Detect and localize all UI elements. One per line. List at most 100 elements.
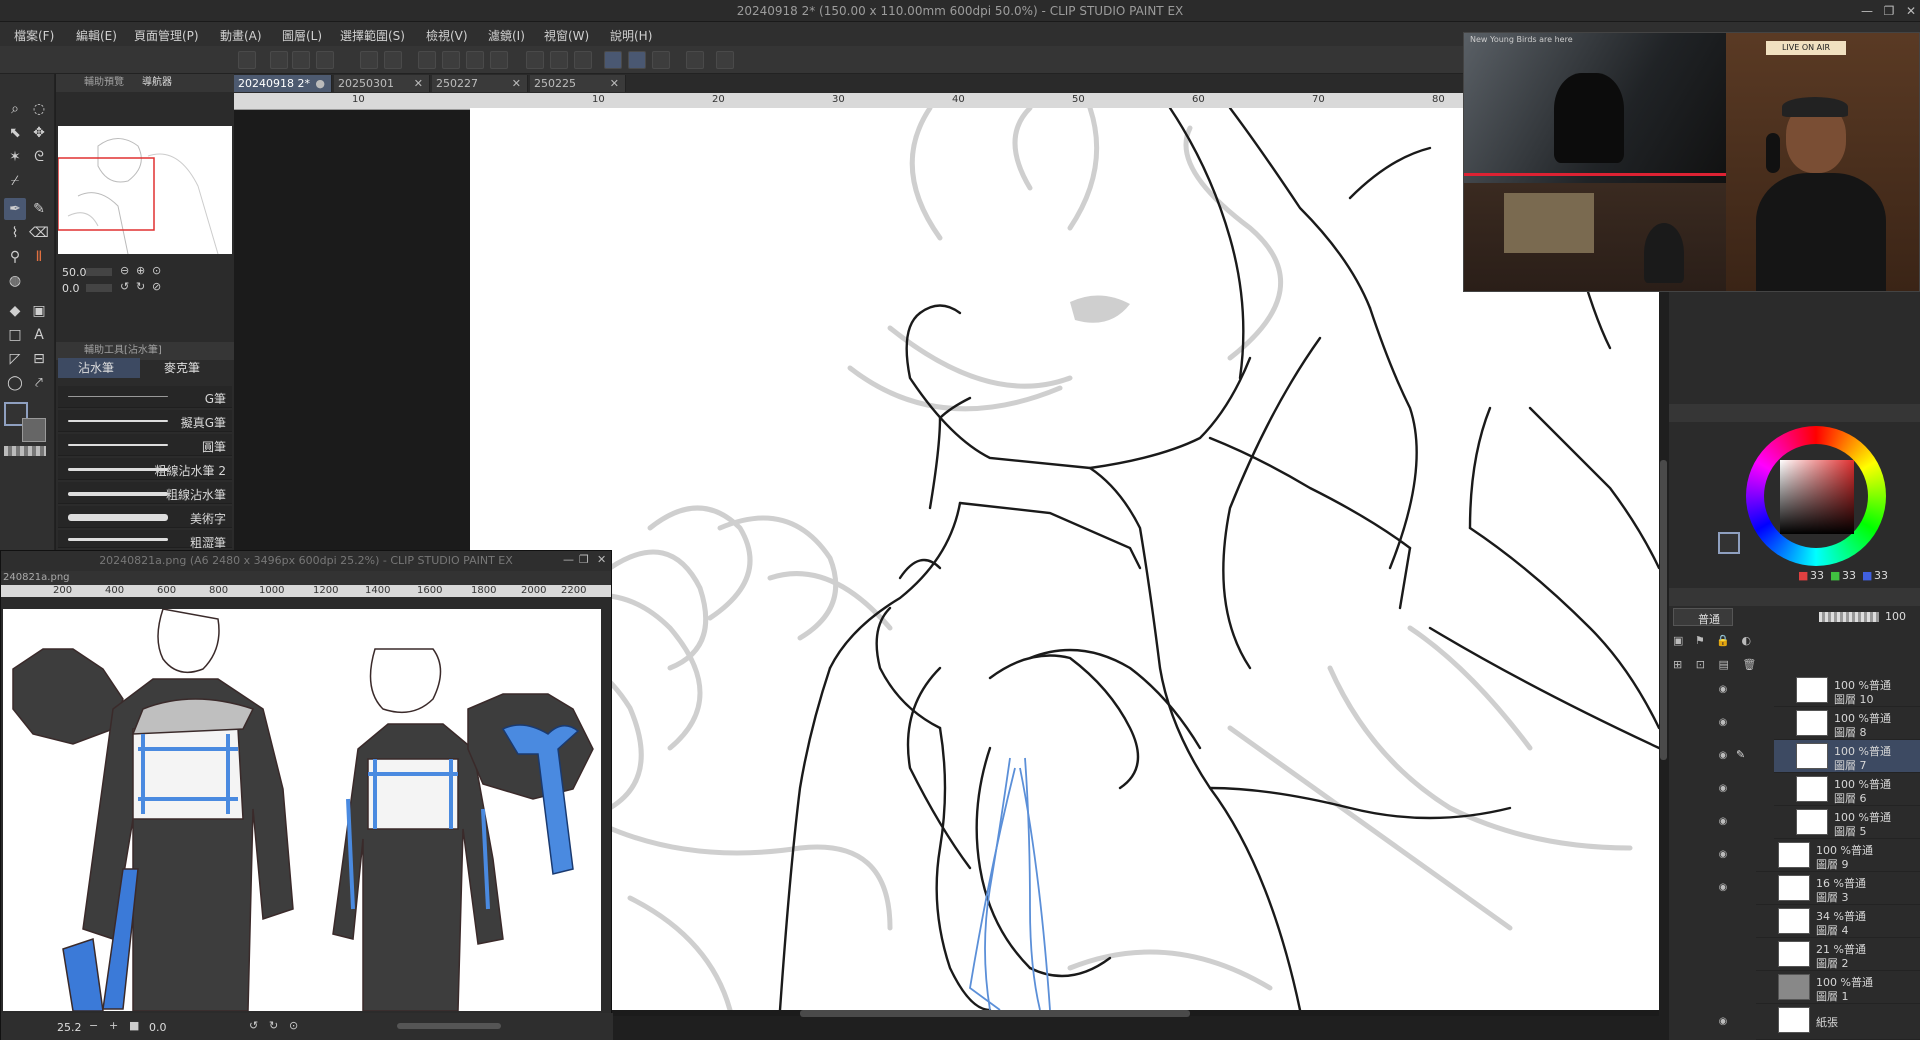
brush-item[interactable]: 粗線沾水筆: [58, 482, 232, 504]
navigator-preview[interactable]: [57, 126, 232, 255]
reference-maximize-button[interactable]: ❐: [579, 553, 589, 566]
figure-icon[interactable]: □: [4, 324, 26, 346]
open-file-icon[interactable]: [292, 51, 310, 69]
menu-window[interactable]: 視窗(W): [544, 27, 589, 44]
lasso-select-icon[interactable]: ◌: [28, 98, 50, 120]
fill-icon[interactable]: [466, 51, 484, 69]
snap-special-ruler-icon[interactable]: [628, 51, 646, 69]
reference-tab[interactable]: 240821a.png: [1, 571, 611, 585]
invert-selection-icon[interactable]: [550, 51, 568, 69]
eye-icon[interactable]: ◉: [1715, 1016, 1731, 1028]
navigator-zoom-value[interactable]: 50.0: [62, 266, 87, 279]
eye-icon[interactable]: ◉: [1715, 816, 1731, 828]
lasso-icon[interactable]: ᘓ: [28, 146, 50, 168]
auto-select-icon[interactable]: ✶: [4, 146, 26, 168]
close-button[interactable]: ✕: [1900, 2, 1920, 20]
correct-line-icon[interactable]: ⤤: [28, 372, 50, 394]
layer-row[interactable]: 16 %普通 圖層 3: [1756, 872, 1920, 905]
maximize-button[interactable]: ❐: [1878, 2, 1900, 20]
eyedropper-icon[interactable]: ⌿: [4, 170, 26, 192]
reference-reset-icon[interactable]: ⊙: [289, 1019, 298, 1032]
reference-hscroll[interactable]: [397, 1023, 501, 1029]
layer-row[interactable]: 100 %普通 圖層 8: [1774, 707, 1920, 740]
reference-angle-value[interactable]: 0.0: [149, 1021, 167, 1034]
snap-grid-icon[interactable]: [652, 51, 670, 69]
tab-document-active[interactable]: 20240918 2* ●: [234, 75, 332, 92]
tab-close-icon[interactable]: ✕: [414, 75, 423, 92]
layer-row[interactable]: 100 %普通 圖層 1: [1756, 971, 1920, 1004]
reference-zoom-out-icon[interactable]: −: [89, 1019, 98, 1032]
new-raster-layer-icon[interactable]: ⊞: [1673, 658, 1682, 671]
blue-value[interactable]: 33: [1874, 569, 1888, 582]
menu-selection[interactable]: 選擇範圍(S): [340, 27, 405, 44]
menu-edit[interactable]: 編輯(E): [76, 27, 117, 44]
new-file-icon[interactable]: [270, 51, 288, 69]
tab-document[interactable]: 250225 ✕: [530, 75, 626, 92]
companion-icon[interactable]: [686, 51, 704, 69]
reference-layer-icon[interactable]: ⚑: [1695, 634, 1705, 647]
reference-zoom-value[interactable]: 25.2: [57, 1021, 82, 1034]
pen-icon[interactable]: ✒: [4, 198, 26, 220]
redo-icon[interactable]: [384, 51, 402, 69]
horizontal-scrollbar[interactable]: [800, 1010, 1190, 1017]
tab-pen[interactable]: 沾水筆: [58, 358, 140, 378]
brush-item[interactable]: 粗線沾水筆 2: [58, 458, 232, 480]
clip-layer-icon[interactable]: ▣: [1673, 634, 1683, 647]
blend-icon[interactable]: ◍: [4, 270, 26, 292]
zoom-out-icon[interactable]: ⊖: [120, 264, 129, 277]
layer-row[interactable]: 21 %普通 圖層 2: [1756, 938, 1920, 971]
decoration-icon[interactable]: Ⅱ: [28, 246, 50, 268]
layer-row-paper[interactable]: 紙張: [1756, 1004, 1920, 1040]
menu-filter[interactable]: 濾鏡(I): [488, 27, 525, 44]
brush-item[interactable]: G筆: [58, 386, 232, 408]
transform-icon[interactable]: [490, 51, 508, 69]
reference-zoom-in-icon[interactable]: +: [109, 1019, 118, 1032]
tab-document[interactable]: 250227 ✕: [432, 75, 528, 92]
navigator-angle-value[interactable]: 0.0: [62, 282, 80, 295]
help-icon[interactable]: [716, 51, 734, 69]
transparent-color-swatch[interactable]: [4, 446, 46, 456]
frame-border-icon[interactable]: ◸: [4, 348, 26, 370]
eye-icon[interactable]: ◉: [1715, 849, 1731, 861]
minimize-button[interactable]: —: [1856, 2, 1878, 20]
clip-studio-icon[interactable]: [238, 51, 256, 69]
clear-icon[interactable]: [418, 51, 436, 69]
gradient-icon[interactable]: ▣: [28, 300, 50, 322]
layer-row[interactable]: 100 %普通 圖層 6: [1774, 773, 1920, 806]
eye-icon[interactable]: ◉: [1715, 783, 1731, 795]
move-icon[interactable]: ✥: [28, 122, 50, 144]
text-icon[interactable]: A: [28, 324, 50, 346]
layer-row[interactable]: 34 %普通 圖層 4: [1756, 905, 1920, 938]
saturation-value-square[interactable]: [1780, 460, 1854, 534]
brush-icon[interactable]: ⌇: [4, 222, 26, 244]
lock-icon[interactable]: 🔒: [1716, 634, 1730, 647]
menu-help[interactable]: 說明(H): [610, 27, 652, 44]
opacity-slider[interactable]: [1819, 612, 1879, 622]
deselect-icon[interactable]: [526, 51, 544, 69]
green-value[interactable]: 33: [1842, 569, 1856, 582]
layer-row[interactable]: 100 %普通 圖層 10: [1774, 674, 1920, 707]
clear-outside-icon[interactable]: [442, 51, 460, 69]
menu-animation[interactable]: 動畫(A): [220, 27, 262, 44]
balloon-icon[interactable]: ◯: [4, 372, 26, 394]
tab-navigator[interactable]: 導航器: [142, 74, 172, 92]
pencil-icon[interactable]: ✎: [28, 198, 50, 220]
ruler-icon[interactable]: ⊟: [28, 348, 50, 370]
eye-icon[interactable]: ◉: [1715, 717, 1731, 729]
tab-marker[interactable]: 麥克筆: [144, 358, 232, 378]
reference-minimize-button[interactable]: —: [563, 553, 574, 566]
menu-layer[interactable]: 圖層(L): [282, 27, 322, 44]
reference-image[interactable]: [3, 609, 601, 1011]
zoom-slider[interactable]: [86, 268, 112, 276]
eraser-icon[interactable]: ⌫: [28, 222, 50, 244]
new-folder-icon[interactable]: ▤: [1718, 658, 1728, 671]
snap-ruler-icon[interactable]: [604, 51, 622, 69]
reference-fit-icon[interactable]: ■: [129, 1019, 139, 1032]
opacity-value[interactable]: 100: [1885, 610, 1906, 623]
reference-rotate-left-icon[interactable]: ↺: [249, 1019, 258, 1032]
tab-close-icon[interactable]: ✕: [512, 75, 521, 92]
show-selection-icon[interactable]: [574, 51, 592, 69]
wheel-main-color[interactable]: [1718, 532, 1740, 554]
delete-layer-icon[interactable]: 🗑: [1742, 658, 1756, 671]
eye-icon[interactable]: ◉: [1715, 750, 1731, 762]
